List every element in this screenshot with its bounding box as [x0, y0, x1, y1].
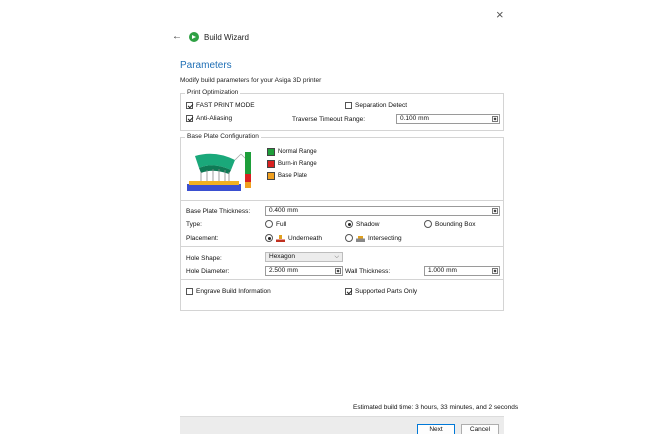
type-label: Type: [186, 221, 202, 228]
radio-label: Shadow [356, 220, 380, 228]
radio-label: Full [276, 220, 287, 228]
type-bounding-box-radio[interactable]: Bounding Box [424, 220, 475, 228]
divider [181, 246, 503, 247]
legend-label: Burn-in Range [278, 161, 317, 167]
play-circle-icon [189, 32, 199, 42]
hole-shape-label: Hole Shape: [186, 255, 222, 262]
checkbox-label: Supported Parts Only [355, 288, 418, 295]
group-title: Base Plate Configuration [185, 133, 261, 140]
radio-circle[interactable] [424, 220, 432, 228]
base-plate-illustration-icon [187, 152, 251, 191]
wall-thickness-input[interactable]: 1.000 mm ◆ [424, 266, 500, 276]
engrave-build-info-checkbox[interactable]: Engrave Build Information [186, 288, 271, 295]
separation-detect-checkbox[interactable]: Separation Detect [345, 102, 407, 109]
radio-label: Bounding Box [435, 220, 476, 228]
placement-underneath-radio[interactable]: Underneath [265, 234, 322, 242]
divider [181, 200, 503, 201]
hole-shape-select[interactable]: Hexagon ⌵ [265, 252, 343, 262]
hole-diameter-input[interactable]: 2.500 mm ◆ [265, 266, 343, 276]
chevron-down-icon[interactable]: ⌵ [334, 253, 339, 261]
spinner-icon[interactable]: ◆ [492, 208, 498, 214]
radio-label: Intersecting [368, 234, 402, 242]
page-title: Parameters [180, 60, 232, 71]
legend-burn-in-range: Burn-in Range [267, 160, 317, 168]
fast-print-mode-checkbox[interactable]: FAST PRINT MODE [186, 102, 255, 109]
back-arrow-icon[interactable]: ← [172, 32, 182, 42]
underneath-icon [276, 234, 285, 242]
close-icon[interactable]: × [496, 8, 504, 21]
field-value: 2.500 mm [269, 267, 298, 274]
hole-diameter-label: Hole Diameter: [186, 268, 230, 275]
checkbox-box[interactable] [186, 288, 193, 295]
radio-circle[interactable] [265, 220, 273, 228]
intersecting-icon [356, 235, 365, 242]
estimated-build-time: Estimated build time: 3 hours, 33 minute… [353, 404, 519, 411]
checkbox-box[interactable] [345, 102, 352, 109]
burn-in-range-swatch [267, 160, 275, 168]
spinner-icon[interactable]: ◆ [492, 268, 498, 274]
type-full-radio[interactable]: Full [265, 220, 286, 228]
select-value: Hexagon [269, 253, 296, 260]
spinner-icon[interactable]: ◆ [492, 116, 498, 122]
radio-circle[interactable] [265, 234, 273, 242]
checkbox-label: Engrave Build Information [196, 288, 271, 295]
field-value: 1.000 mm [428, 267, 457, 274]
group-title: Print Optimization [185, 89, 241, 96]
traverse-timeout-label: Traverse Timeout Range: [292, 116, 366, 123]
wizard-title: Build Wizard [204, 33, 249, 42]
radio-circle[interactable] [345, 220, 353, 228]
footer-bar [180, 416, 504, 434]
checkbox-label: FAST PRINT MODE [196, 102, 255, 109]
cancel-button[interactable]: Cancel [461, 424, 499, 434]
legend-label: Normal Range [278, 149, 317, 155]
radio-label: Underneath [288, 234, 322, 242]
base-plate-thickness-label: Base Plate Thickness: [186, 208, 251, 215]
legend-label: Base Plate [278, 173, 308, 179]
checkbox-box[interactable] [345, 288, 352, 295]
base-plate-thickness-input[interactable]: 0.400 mm ◆ [265, 206, 500, 216]
checkbox-box[interactable] [186, 115, 193, 122]
field-value: 0.400 mm [269, 207, 298, 214]
placement-label: Placement: [186, 235, 219, 242]
legend-base-plate: Base Plate [267, 172, 307, 180]
checkbox-label: Anti-Aliasing [196, 115, 233, 122]
next-button[interactable]: Next [417, 424, 455, 434]
type-shadow-radio[interactable]: Shadow [345, 220, 380, 228]
base-plate-group: Base Plate Configuration Normal Range Bu… [180, 133, 504, 311]
divider [181, 279, 503, 280]
anti-aliasing-checkbox[interactable]: Anti-Aliasing [186, 115, 232, 122]
base-plate-swatch [267, 172, 275, 180]
field-value: 0.100 mm [400, 115, 429, 122]
normal-range-swatch [267, 148, 275, 156]
print-optimization-group: Print Optimization FAST PRINT MODE Separ… [180, 89, 504, 131]
checkbox-label: Separation Detect [355, 102, 408, 109]
radio-circle[interactable] [345, 234, 353, 242]
checkbox-box[interactable] [186, 102, 193, 109]
spinner-icon[interactable]: ◆ [335, 268, 341, 274]
page-description: Modify build parameters for your Asiga 3… [180, 77, 322, 84]
legend-normal-range: Normal Range [267, 148, 317, 156]
supported-parts-only-checkbox[interactable]: Supported Parts Only [345, 288, 417, 295]
placement-intersecting-radio[interactable]: Intersecting [345, 234, 402, 242]
wall-thickness-label: Wall Thickness: [345, 268, 391, 275]
traverse-timeout-input[interactable]: 0.100 mm ◆ [396, 114, 500, 124]
